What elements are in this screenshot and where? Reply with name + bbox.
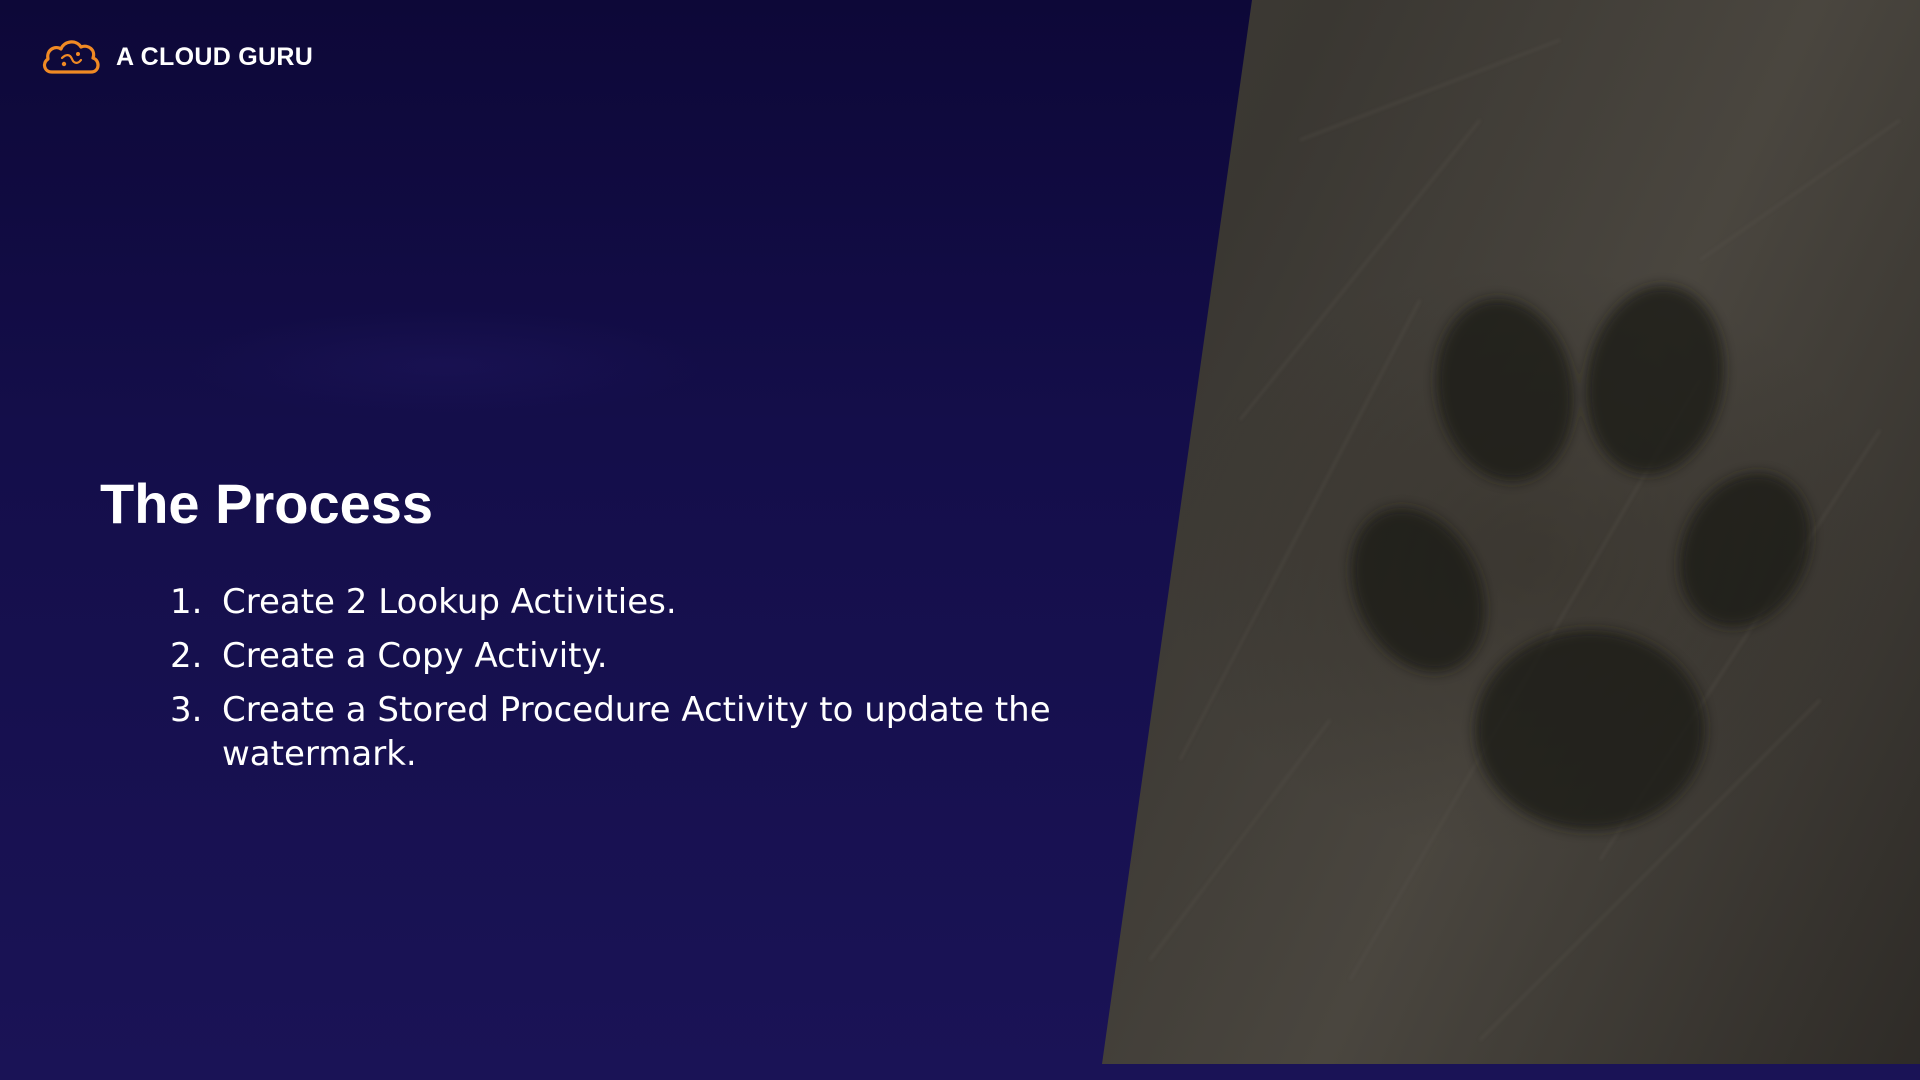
paw-print-image <box>1149 39 1901 1041</box>
process-steps-list: 1. Create 2 Lookup Activities. 2. Create… <box>170 580 1090 786</box>
step-number: 2. <box>170 636 203 676</box>
background-shadow <box>185 310 705 420</box>
paw-print-photo <box>1102 0 1920 1064</box>
slide: A CLOUD GURU The Process 1. Create 2 Loo… <box>0 0 1920 1080</box>
brand-logo: A CLOUD GURU <box>40 36 313 78</box>
list-item: 1. Create 2 Lookup Activities. <box>170 580 1090 624</box>
cloud-logo-icon <box>42 40 100 74</box>
list-item: 3. Create a Stored Procedure Activity to… <box>170 688 1090 776</box>
brand-name: A CLOUD GURU <box>116 42 314 71</box>
slide-title: The Process <box>100 472 434 535</box>
step-number: 3. <box>170 690 203 730</box>
list-item: 2. Create a Copy Activity. <box>170 634 1090 678</box>
step-number: 1. <box>170 582 203 622</box>
step-text: Create 2 Lookup Activities. <box>222 582 677 622</box>
step-text: Create a Stored Procedure Activity to up… <box>222 690 1051 774</box>
step-text: Create a Copy Activity. <box>222 636 608 676</box>
